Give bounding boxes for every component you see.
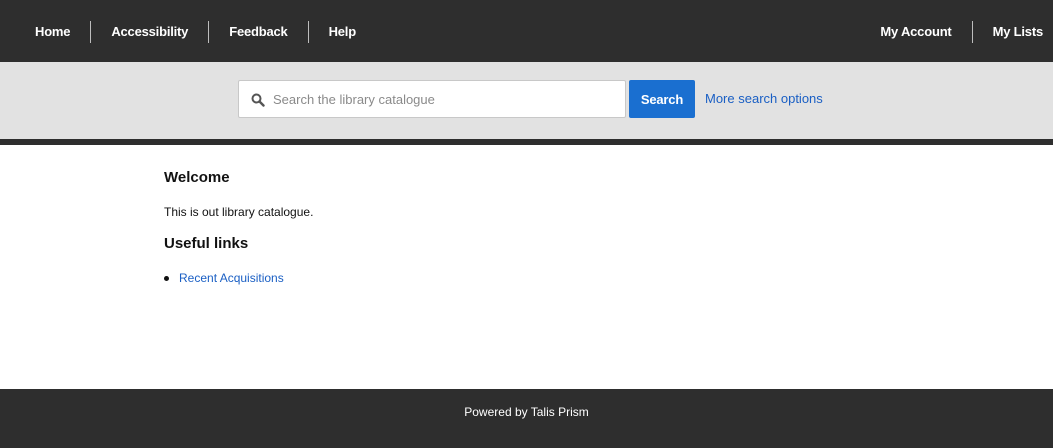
- list-item: Recent Acquisitions: [164, 270, 864, 286]
- bullet-icon: [164, 276, 169, 281]
- nav-home-link[interactable]: Home: [0, 21, 90, 43]
- header-divider: [0, 139, 1053, 145]
- account-nav: My Account My Lists: [860, 21, 1053, 43]
- useful-links-heading: Useful links: [164, 235, 249, 252]
- search-button[interactable]: Search: [629, 80, 695, 118]
- nav-help-link[interactable]: Help: [309, 21, 376, 43]
- footer: Powered by Talis Prism: [0, 389, 1053, 448]
- main-content: Welcome This is out library catalogue. U…: [164, 168, 864, 286]
- search-input[interactable]: [273, 81, 619, 117]
- search-box: [238, 80, 626, 118]
- search-bar: Search More search options: [0, 62, 1053, 139]
- nav-accessibility-link[interactable]: Accessibility: [91, 21, 208, 43]
- welcome-heading: Welcome: [164, 169, 230, 186]
- recent-acquisitions-link[interactable]: Recent Acquisitions: [179, 271, 284, 285]
- primary-nav: Home Accessibility Feedback Help: [0, 21, 376, 43]
- nav-feedback-link[interactable]: Feedback: [209, 21, 307, 43]
- useful-links-list: Recent Acquisitions: [164, 270, 864, 286]
- top-navigation-bar: Home Accessibility Feedback Help My Acco…: [0, 0, 1053, 62]
- footer-text: Powered by Talis Prism: [464, 404, 589, 419]
- nav-my-account-link[interactable]: My Account: [860, 21, 971, 43]
- nav-my-lists-link[interactable]: My Lists: [973, 21, 1053, 43]
- search-icon: [251, 93, 265, 107]
- more-search-options-link[interactable]: More search options: [705, 91, 823, 106]
- welcome-text: This is out library catalogue.: [164, 205, 314, 219]
